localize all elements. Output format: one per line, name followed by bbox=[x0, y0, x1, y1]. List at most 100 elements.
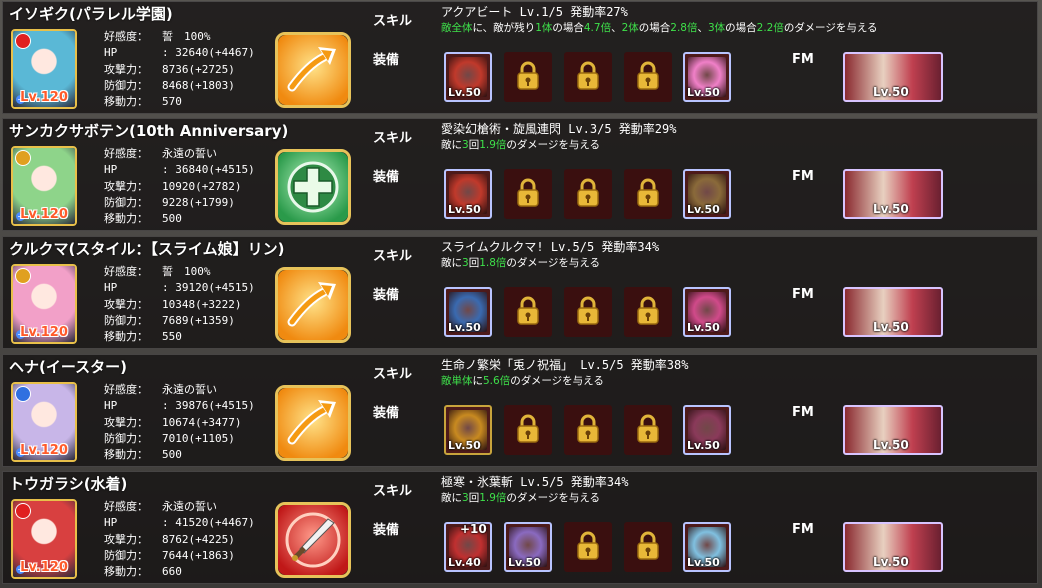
equip-slot[interactable]: Lv.50 bbox=[444, 405, 492, 455]
stat-key: 移動力： bbox=[104, 448, 148, 462]
element-thunder-icon bbox=[15, 150, 31, 166]
skill-desc-segment: 2.8倍 bbox=[670, 22, 698, 34]
lock-icon bbox=[516, 178, 540, 212]
fm-label: FM bbox=[792, 169, 814, 184]
equip-slot[interactable]: Lv.50 bbox=[504, 522, 552, 572]
stat-line: 好感度： 永遠の誓い bbox=[104, 499, 255, 515]
stat-value: : 41520(+4467) bbox=[162, 516, 255, 530]
character-portrait[interactable]: + Lv.120 bbox=[11, 382, 77, 462]
locked-equip-slot bbox=[624, 287, 672, 337]
skill-title: 愛染幻槍術・旋風連閃 Lv.3/5 発動率29% bbox=[441, 122, 677, 136]
locked-equip-slot bbox=[624, 522, 672, 572]
stat-line: 攻撃力： 10674(+3477) bbox=[104, 415, 255, 431]
equip-slot[interactable]: Lv.50 bbox=[683, 169, 731, 219]
skill-label: スキル bbox=[373, 249, 413, 264]
fm-level: Lv.50 bbox=[873, 320, 909, 334]
locked-equip-slot bbox=[564, 52, 612, 102]
fm-slot[interactable]: Lv.50 bbox=[843, 405, 943, 455]
stat-line: 攻撃力： 8736(+2725) bbox=[104, 62, 255, 78]
stat-value: 660 bbox=[162, 565, 182, 579]
equip-slot[interactable]: Lv.50 bbox=[683, 522, 731, 572]
equip-slot[interactable]: +10 Lv.40 bbox=[444, 522, 492, 572]
stat-value: 永遠の誓い bbox=[162, 147, 217, 160]
stat-value: 7010(+1105) bbox=[162, 431, 235, 445]
lock-icon bbox=[636, 178, 660, 212]
equip-slot[interactable]: Lv.50 bbox=[683, 287, 731, 337]
stat-key: HP bbox=[104, 281, 118, 295]
equip-label: 装備 bbox=[373, 53, 400, 68]
character-name: ヘナ(イースター) bbox=[9, 358, 127, 376]
equip-label: 装備 bbox=[373, 170, 400, 185]
skill-desc-segment: 回 bbox=[468, 492, 480, 504]
stat-key: 好感度： bbox=[104, 265, 148, 278]
stat-key: HP bbox=[104, 399, 118, 413]
skill-desc-segment: 4.7倍 bbox=[583, 22, 612, 34]
equip-level: Lv.50 bbox=[448, 439, 481, 452]
skill-desc-segment: 1.8倍 bbox=[479, 257, 507, 269]
stat-key: 攻撃力： bbox=[104, 179, 148, 193]
equip-slot[interactable]: Lv.50 bbox=[683, 52, 731, 102]
stat-line: 移動力： 570 bbox=[104, 94, 255, 110]
stat-value: 7689(+1359) bbox=[162, 313, 235, 327]
fm-slot[interactable]: Lv.50 bbox=[843, 52, 943, 102]
equip-level: Lv.40 bbox=[448, 556, 481, 569]
skill-description: 敵単体に5.6倍のダメージを与える bbox=[441, 373, 604, 388]
stats-block: 好感度： 永遠の誓い HP: 36840(+4515) 攻撃力： 10920(+2782… bbox=[104, 146, 255, 227]
equip-slot[interactable]: Lv.50 bbox=[444, 169, 492, 219]
equip-level: Lv.50 bbox=[687, 86, 720, 99]
locked-equip-slot bbox=[504, 52, 552, 102]
lock-icon bbox=[636, 531, 660, 565]
skill-desc-segment: 敵に bbox=[441, 257, 462, 269]
equip-slot[interactable]: Lv.50 bbox=[444, 287, 492, 337]
lock-icon bbox=[636, 414, 660, 448]
character-portrait[interactable]: + Lv.120 bbox=[11, 499, 77, 579]
character-portrait[interactable]: + Lv.120 bbox=[11, 29, 77, 109]
lock-icon bbox=[636, 296, 660, 330]
character-row[interactable]: イソギク(パラレル学園) + Lv.120 好感度： 誓 100% HP: 32640(+… bbox=[2, 1, 1038, 114]
stat-line: 攻撃力： 10348(+3222) bbox=[104, 297, 255, 313]
skill-desc-segment: 、 bbox=[697, 22, 708, 34]
skill-desc-segment: 敵全体 bbox=[441, 22, 473, 34]
skill-desc-segment: 1.9倍 bbox=[479, 139, 507, 151]
skill-desc-segment: に、敵が残り bbox=[472, 22, 536, 34]
fm-slot[interactable]: Lv.50 bbox=[843, 169, 943, 219]
fm-slot[interactable]: Lv.50 bbox=[843, 287, 943, 337]
character-row[interactable]: トウガラシ(水着) + Lv.120 好感度： 永遠の誓い HP: 41520(+4467… bbox=[2, 471, 1038, 584]
skill-desc-segment: 2体 bbox=[621, 22, 639, 34]
skill-desc-segment: 敵に bbox=[441, 139, 462, 151]
equip-slot[interactable]: Lv.50 bbox=[444, 52, 492, 102]
stats-block: 好感度： 誓 100% HP: 39120(+4515) 攻撃力： 10348(+322… bbox=[104, 264, 255, 345]
fm-label: FM bbox=[792, 522, 814, 537]
skill-desc-segment: 敵に bbox=[441, 492, 462, 504]
lock-icon bbox=[516, 296, 540, 330]
stat-value: 10920(+2782) bbox=[162, 179, 242, 193]
equip-label: 装備 bbox=[373, 523, 400, 538]
skill-desc-segment: 、 bbox=[611, 22, 622, 34]
stat-line: HP: 32640(+4467) bbox=[104, 45, 255, 61]
character-level: Lv.120 bbox=[20, 325, 68, 340]
skill-desc-segment: のダメージを与える bbox=[506, 139, 601, 151]
skill-description: 敵に3回1.8倍のダメージを与える bbox=[441, 255, 600, 270]
stat-value: 500 bbox=[162, 448, 182, 462]
stat-key: 好感度： bbox=[104, 383, 148, 396]
skill-description: 敵に3回1.9倍のダメージを与える bbox=[441, 490, 600, 505]
skill-label: スキル bbox=[373, 484, 413, 499]
lock-icon bbox=[576, 178, 600, 212]
stat-line: 防御力： 7689(+1359) bbox=[104, 313, 255, 329]
fm-slot[interactable]: Lv.50 bbox=[843, 522, 943, 572]
character-row[interactable]: ヘナ(イースター) + Lv.120 好感度： 永遠の誓い HP: 39876(+4515… bbox=[2, 354, 1038, 467]
character-row[interactable]: クルクマ(スタイル：【スライム娘】リン) + Lv.120 好感度： 誓 100% HP:… bbox=[2, 236, 1038, 349]
skill-label: スキル bbox=[373, 14, 413, 29]
locked-equip-slot bbox=[504, 287, 552, 337]
character-portrait[interactable]: + Lv.120 bbox=[11, 146, 77, 226]
stat-key: 攻撃力： bbox=[104, 62, 148, 76]
skill-desc-segment: の場合 bbox=[552, 22, 584, 34]
character-portrait[interactable]: + Lv.120 bbox=[11, 264, 77, 344]
equip-slot[interactable]: Lv.50 bbox=[683, 405, 731, 455]
stat-key: 移動力： bbox=[104, 330, 148, 344]
equip-level: Lv.50 bbox=[508, 556, 541, 569]
skill-desc-segment: 回 bbox=[468, 139, 480, 151]
stat-value: : 36840(+4515) bbox=[162, 163, 255, 177]
character-row[interactable]: サンカクサボテン(10th Anniversary) + Lv.120 好感度： 永遠の… bbox=[2, 118, 1038, 231]
lock-icon bbox=[636, 61, 660, 95]
